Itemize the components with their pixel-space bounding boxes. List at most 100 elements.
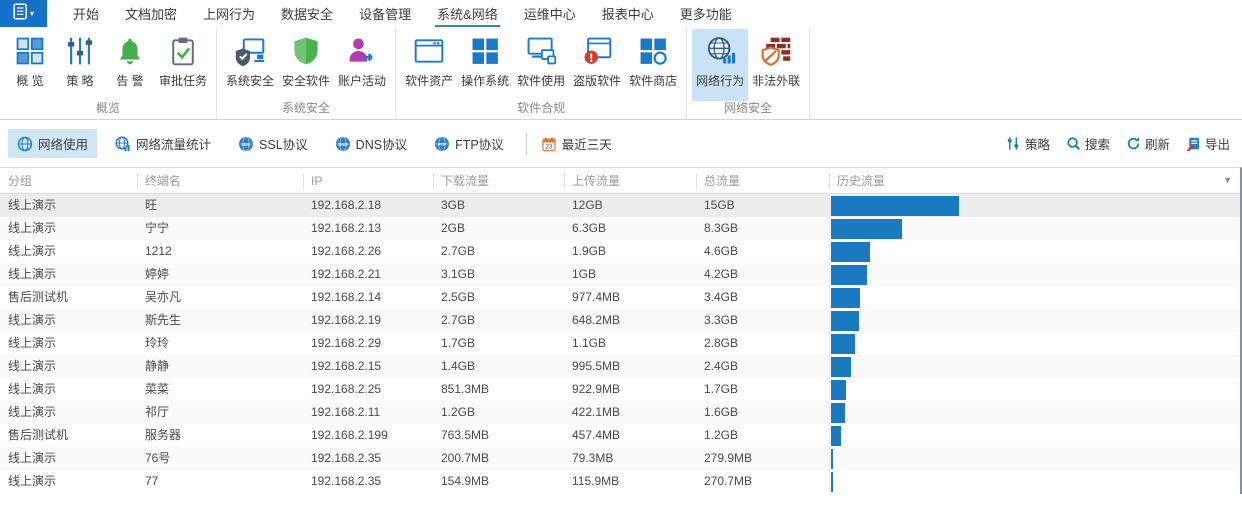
cell-upload: 457.4MB xyxy=(572,428,621,442)
cell-history xyxy=(829,378,1240,401)
cell-ip: 192.168.2.18 xyxy=(311,198,382,212)
column-filter-icon[interactable]: ▼ xyxy=(1223,174,1232,186)
software-usage-button[interactable]: 软件使用 xyxy=(513,29,569,101)
cell-history xyxy=(829,217,1240,240)
table-row[interactable]: 线上演示 祁厅 192.168.2.11 1.2GB 422.1MB 1.6GB xyxy=(0,401,1240,424)
cell-group: 线上演示 xyxy=(8,382,57,396)
table-row[interactable]: 线上演示 宁宁 192.168.2.13 2GB 6.3GB 8.3GB xyxy=(0,217,1240,240)
column-header-1[interactable]: 终端名 xyxy=(137,172,303,189)
approval-clipboard-button[interactable]: 审批任务 xyxy=(155,29,211,101)
action-label: 策略 xyxy=(1024,138,1050,152)
table-row[interactable]: 线上演示 静静 192.168.2.15 1.4GB 995.5MB 2.4GB xyxy=(0,355,1240,378)
pirated-software-button[interactable]: 盗版软件 xyxy=(569,29,625,101)
os-windows-button[interactable]: 操作系统 xyxy=(457,29,513,101)
view-tab-DNS协议[interactable]: DNS DNS协议 xyxy=(326,129,416,158)
table-row[interactable]: 线上演示 1212 192.168.2.26 2.7GB 1.9GB 4.6GB xyxy=(0,240,1240,263)
column-header-5[interactable]: 总流量 xyxy=(696,172,829,189)
view-tab-网络流量统计[interactable]: 网络流量统计 xyxy=(106,129,220,158)
menu-tab-8[interactable]: 报表中心 xyxy=(589,0,667,27)
system-security-button[interactable]: 系统安全 xyxy=(222,29,278,101)
cell-total: 3.4GB xyxy=(704,290,739,304)
menu-tab-1[interactable]: 开始 xyxy=(60,0,112,27)
table-row[interactable]: 线上演示 77 192.168.2.35 154.9MB 115.9MB 270.7MB xyxy=(0,470,1240,493)
policy-sliders-button[interactable]: 策 略 xyxy=(55,29,105,101)
alert-bell-button[interactable]: 告 警 xyxy=(105,29,155,101)
cell-ip: 192.168.2.21 xyxy=(311,267,382,281)
refresh-action-button[interactable]: 刷新 xyxy=(1126,134,1170,153)
globe-usage-icon xyxy=(17,136,33,152)
table-row[interactable]: 线上演示 斯先生 192.168.2.19 2.7GB 648.2MB 3.3GB xyxy=(0,309,1240,332)
ribbon-group-2: 系统安全 安全软件 账户活动 系统安全 xyxy=(217,27,397,119)
cell-terminal: 祁厅 xyxy=(145,405,170,419)
cell-history xyxy=(829,332,1240,355)
history-bar xyxy=(831,379,846,400)
illegal-connection-shield-button[interactable]: 非法外联 xyxy=(748,29,804,101)
account-activity-icon xyxy=(346,32,378,70)
svg-text:DNS: DNS xyxy=(338,142,347,147)
cell-group: 线上演示 xyxy=(8,451,57,465)
history-bar xyxy=(831,402,845,423)
view-tab-label: SSL协议 xyxy=(259,138,308,152)
cell-group: 线上演示 xyxy=(8,267,57,281)
cell-terminal: 76号 xyxy=(145,451,171,465)
overview-grid-button[interactable]: 概 览 xyxy=(5,29,55,101)
table-row[interactable]: 线上演示 玲玲 192.168.2.29 1.7GB 1.1GB 2.8GB xyxy=(0,332,1240,355)
cell-group: 售后测试机 xyxy=(8,290,69,304)
menu-tab-6[interactable]: 系统&网络 xyxy=(424,0,511,27)
column-header-6[interactable]: 历史流量 xyxy=(829,172,1240,189)
policy-sliders-small-action-button[interactable]: 策略 xyxy=(1006,134,1050,153)
view-tab-SSL协议[interactable]: SSL SSL协议 xyxy=(229,129,317,158)
cell-group: 线上演示 xyxy=(8,221,57,235)
globe-dns-icon: DNS xyxy=(335,136,351,152)
table-row[interactable]: 线上演示 婷婷 192.168.2.21 3.1GB 1GB 4.2GB xyxy=(0,263,1240,286)
table-row[interactable]: 线上演示 旺 192.168.2.18 3GB 12GB 15GB xyxy=(0,194,1240,217)
view-tab-网络使用[interactable]: 网络使用 xyxy=(8,129,98,158)
export-action-button[interactable]: 导出 xyxy=(1186,134,1230,153)
network-behavior-globe-button[interactable]: 网络行为 xyxy=(692,29,749,101)
ribbon-item-label: 软件商店 xyxy=(629,74,678,88)
menu-tabs: 开始 文档加密 上网行为 数据安全 设备管理 系统&网络 运维中心 报表中心 更多功能 xyxy=(60,0,745,27)
app-document-icon xyxy=(13,2,28,25)
cell-total: 15GB xyxy=(704,198,735,212)
app-menu-button[interactable]: ▾ xyxy=(0,0,47,27)
date-range-button[interactable]: 23 最近三天 xyxy=(541,134,612,153)
column-header-2[interactable]: IP xyxy=(303,172,433,189)
cell-history xyxy=(829,309,1240,332)
column-header-0[interactable]: 分组 xyxy=(0,173,137,189)
column-header-3[interactable]: 下载流量 xyxy=(433,172,564,189)
network-behavior-globe-icon xyxy=(704,32,736,70)
refresh-icon xyxy=(1126,136,1141,151)
cell-group: 线上演示 xyxy=(8,198,57,212)
cell-upload: 922.9MB xyxy=(572,382,621,396)
table-row[interactable]: 线上演示 76号 192.168.2.35 200.7MB 79.3MB 279.9MB xyxy=(0,447,1240,470)
software-asset-window-button[interactable]: 软件资产 xyxy=(401,29,457,101)
search-action-button[interactable]: 搜索 xyxy=(1066,134,1110,153)
table-row[interactable]: 线上演示 菜菜 192.168.2.25 851.3MB 922.9MB 1.7GB xyxy=(0,378,1240,401)
security-software-shield-button[interactable]: 安全软件 xyxy=(278,29,334,101)
menu-tab-7[interactable]: 运维中心 xyxy=(511,0,589,27)
globe-stats-icon xyxy=(115,135,131,152)
app-window: ▾ 开始 文档加密 上网行为 数据安全 设备管理 系统&网络 运维中心 报表中心 更多功能 概 … xyxy=(0,0,1242,494)
cell-total: 2.4GB xyxy=(704,359,739,373)
table-row[interactable]: 售后测试机 服务器 192.168.2.199 763.5MB 457.4MB 1.2GB xyxy=(0,424,1240,447)
table-row[interactable]: 售后测试机 吴亦凡 192.168.2.14 2.5GB 977.4MB 3.4GB xyxy=(0,286,1240,309)
menu-tab-2[interactable]: 文档加密 xyxy=(112,0,190,27)
cell-total: 4.2GB xyxy=(704,267,739,281)
menu-tab-5[interactable]: 设备管理 xyxy=(346,0,424,27)
menu-tab-3[interactable]: 上网行为 xyxy=(190,0,268,27)
ribbon-item-label: 系统安全 xyxy=(226,74,275,88)
account-activity-button[interactable]: 账户活动 xyxy=(334,29,390,101)
menu-tab-9[interactable]: 更多功能 xyxy=(667,0,745,27)
ribbon-item-label: 审批任务 xyxy=(159,74,208,88)
software-store-button[interactable]: 软件商店 xyxy=(625,29,681,101)
cell-terminal: 玲玲 xyxy=(145,336,170,350)
menu-tab-4[interactable]: 数据安全 xyxy=(268,0,346,27)
view-tab-FTP协议[interactable]: FTP FTP协议 xyxy=(425,129,513,158)
column-header-4[interactable]: 上传流量 xyxy=(564,172,696,189)
cell-total: 4.6GB xyxy=(704,244,739,258)
globe-ssl-icon: SSL xyxy=(238,136,254,152)
cell-ip: 192.168.2.15 xyxy=(311,359,382,373)
alert-bell-icon xyxy=(114,32,146,70)
menubar: ▾ 开始 文档加密 上网行为 数据安全 设备管理 系统&网络 运维中心 报表中心 更多功能 xyxy=(0,0,1242,27)
ribbon: 概 览策 略告 警审批任务 概览 系统安全 安全软件 账户活动 系统安全 软件资产 操作系统软… xyxy=(0,27,1242,120)
